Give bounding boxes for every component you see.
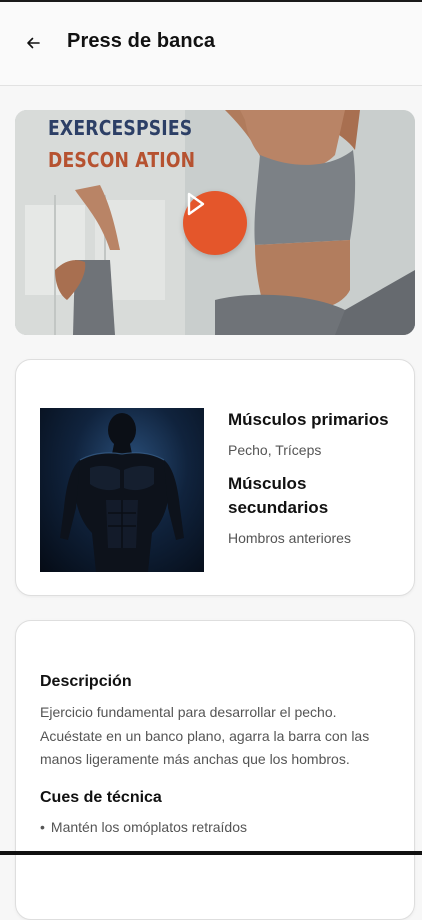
description-heading: Descripción xyxy=(40,673,132,690)
back-button[interactable] xyxy=(18,28,48,58)
secondary-muscles-heading-line-2: secundarios xyxy=(228,498,329,517)
cue-text: Mantén los omóplatos retraídos xyxy=(50,819,248,835)
description-text: Ejercicio fundamental para desarrollar e… xyxy=(40,704,370,767)
cue-list-item: • Mantén los omóplatos retraídos xyxy=(40,819,248,835)
secondary-muscles-heading-line-1: Músculos xyxy=(228,474,307,493)
play-button[interactable] xyxy=(183,191,247,255)
exercise-video[interactable]: EXERCESPSIES DESCON ATION xyxy=(15,110,415,335)
page-title: Press de banca xyxy=(67,30,216,52)
description-card: Descripción Ejercicio fundamental para d… xyxy=(15,620,415,920)
cues-heading: Cues de técnica xyxy=(40,789,162,806)
muscle-anatomy-image xyxy=(40,408,204,572)
secondary-muscles-value: Hombros anteriores xyxy=(228,530,351,546)
video-overlay-text-2: DESCON ATION xyxy=(48,148,196,172)
primary-muscles-value: Pecho, Tríceps xyxy=(228,442,322,458)
primary-muscles-heading: Músculos primarios xyxy=(228,410,389,429)
play-icon xyxy=(187,192,205,216)
arrow-left-icon xyxy=(27,37,40,49)
muscles-card: Músculos primarios Pecho, Tríceps Múscul… xyxy=(15,359,415,596)
bottom-edge xyxy=(0,851,422,855)
video-overlay-text-1: EXERCESPSIES xyxy=(48,116,193,140)
app-bar: Press de banca xyxy=(0,2,422,86)
